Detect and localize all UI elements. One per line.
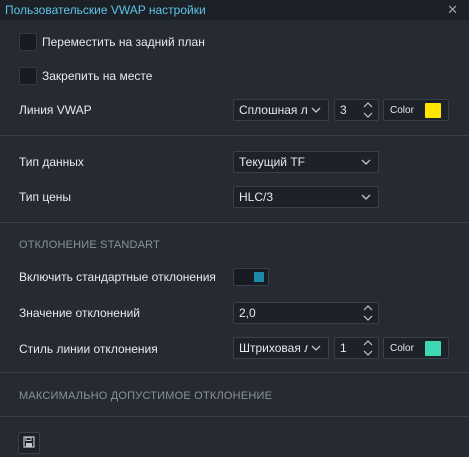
title-bar: Пользовательские VWAP настройки ✕ bbox=[0, 0, 469, 20]
deviation-section-title: ОТКЛОНЕНИЕ STANDART bbox=[19, 239, 161, 251]
max-deviation-section-title: МАКСИМАЛЬНО ДОПУСТИМОЕ ОТКЛОНЕНИЕ bbox=[19, 390, 273, 402]
divider bbox=[0, 416, 469, 417]
divider bbox=[0, 222, 469, 223]
save-button[interactable] bbox=[18, 432, 40, 454]
deviation-value-stepper[interactable]: 2,0 bbox=[233, 302, 379, 324]
data-type-select[interactable]: Текущий TF bbox=[233, 151, 379, 173]
enable-deviation-label: Включить стандартные отклонения bbox=[19, 270, 216, 284]
floppy-disk-icon bbox=[23, 435, 35, 451]
deviation-line-style-label: Стиль линии отклонения bbox=[19, 342, 158, 356]
vwap-line-style-select[interactable]: Сплошная линия bbox=[233, 99, 329, 121]
stepper-arrows-icon[interactable] bbox=[360, 338, 376, 358]
chevron-down-icon bbox=[358, 194, 374, 200]
enable-deviation-toggle[interactable] bbox=[233, 268, 269, 286]
divider bbox=[0, 372, 469, 373]
vwap-line-width-stepper[interactable]: 3 bbox=[334, 99, 379, 121]
deviation-line-width-stepper[interactable]: 1 bbox=[334, 337, 379, 359]
chevron-down-icon bbox=[308, 345, 324, 351]
close-icon[interactable]: ✕ bbox=[447, 2, 458, 18]
chevron-down-icon bbox=[308, 107, 324, 113]
deviation-color-swatch bbox=[425, 341, 441, 356]
toggle-knob bbox=[254, 272, 264, 282]
data-type-value: Текущий TF bbox=[239, 155, 305, 169]
lock-label: Закрепить на месте bbox=[42, 69, 153, 83]
deviation-color-button[interactable]: Color bbox=[383, 337, 449, 359]
vwap-color-label: Color bbox=[390, 104, 414, 116]
vwap-color-swatch bbox=[425, 103, 441, 118]
deviation-line-width-value: 1 bbox=[340, 341, 347, 355]
vwap-line-label: Линия VWAP bbox=[19, 103, 92, 117]
window-title: Пользовательские VWAP настройки bbox=[5, 3, 206, 17]
data-type-label: Тип данных bbox=[19, 155, 84, 169]
vwap-line-width-value: 3 bbox=[340, 103, 347, 117]
stepper-arrows-icon[interactable] bbox=[360, 303, 376, 323]
divider bbox=[0, 135, 469, 136]
move-back-label: Переместить на задний план bbox=[42, 35, 205, 49]
chevron-down-icon bbox=[358, 159, 374, 165]
stepper-arrows-icon[interactable] bbox=[360, 100, 376, 120]
deviation-value: 2,0 bbox=[239, 306, 256, 320]
price-type-value: HLC/3 bbox=[239, 190, 274, 204]
move-back-checkbox[interactable] bbox=[19, 33, 37, 51]
price-type-label: Тип цены bbox=[19, 190, 72, 204]
deviation-line-style-select[interactable]: Штриховая линия bbox=[233, 337, 329, 359]
lock-checkbox[interactable] bbox=[19, 67, 37, 85]
deviation-line-style-value: Штриховая линия bbox=[239, 341, 308, 355]
vwap-color-button[interactable]: Color bbox=[383, 99, 449, 121]
vwap-line-style-value: Сплошная линия bbox=[239, 103, 308, 117]
deviation-color-label: Color bbox=[390, 342, 414, 354]
price-type-select[interactable]: HLC/3 bbox=[233, 186, 379, 208]
deviation-value-label: Значение отклонений bbox=[19, 306, 140, 320]
